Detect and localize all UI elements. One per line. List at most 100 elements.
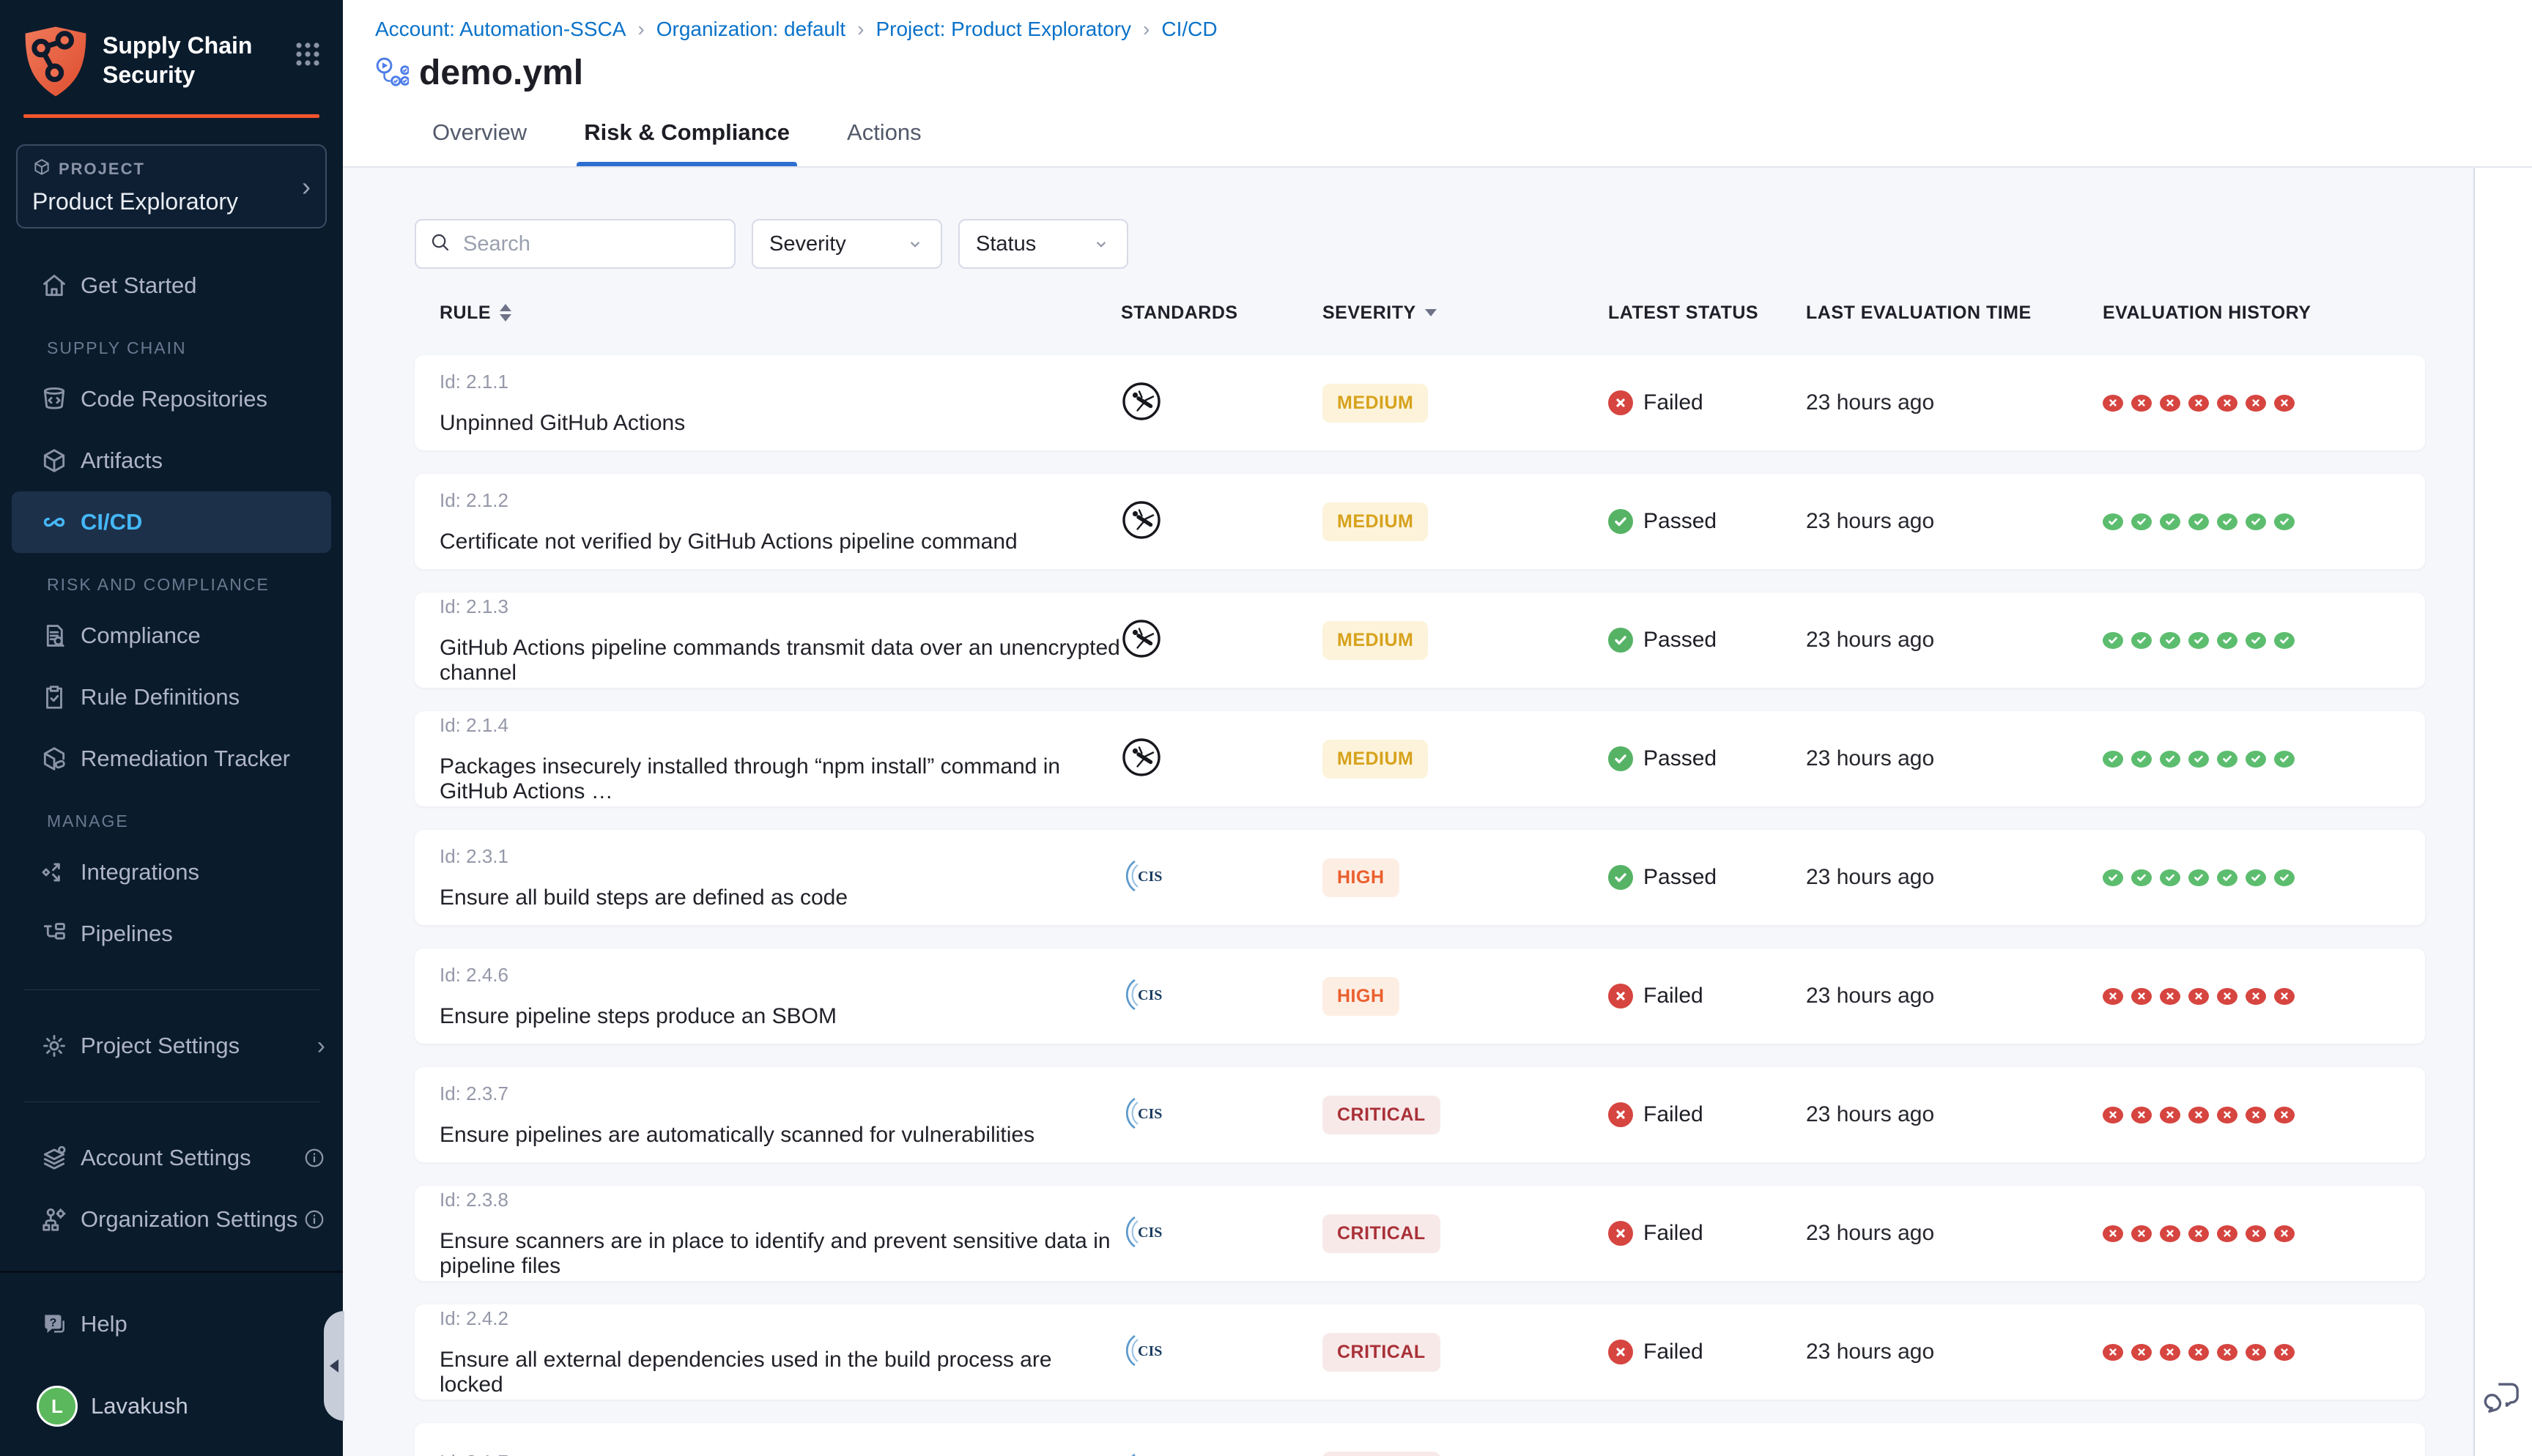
table-row-id-2-3-1[interactable]: Id: 2.3.1 Ensure all build steps are def… (415, 830, 2425, 925)
status-filter[interactable]: Status (958, 219, 1128, 269)
breadcrumb-link-organization-default[interactable]: Organization: default (656, 18, 845, 41)
sidebar-item-get-started[interactable]: Get Started (0, 255, 343, 316)
history-fail-icon[interactable] (2131, 1225, 2152, 1242)
history-fail-icon[interactable] (2160, 988, 2180, 1005)
history-pass-icon[interactable] (2188, 869, 2209, 886)
history-pass-icon[interactable] (2217, 869, 2237, 886)
history-pass-icon[interactable] (2274, 751, 2295, 768)
history-fail-icon[interactable] (2188, 1344, 2209, 1361)
sidebar-item-organization-settings[interactable]: Organization Settings (0, 1189, 343, 1250)
sidebar-item-code-repositories[interactable]: Code Repositories (0, 368, 343, 430)
history-fail-icon[interactable] (2131, 1107, 2152, 1123)
history-pass-icon[interactable] (2217, 751, 2237, 768)
history-fail-icon[interactable] (2217, 395, 2237, 412)
history-fail-icon[interactable] (2274, 1344, 2295, 1361)
history-pass-icon[interactable] (2274, 869, 2295, 886)
history-fail-icon[interactable] (2103, 395, 2123, 412)
history-pass-icon[interactable] (2217, 632, 2237, 649)
tab-risk-compliance[interactable]: Risk & Compliance (577, 112, 797, 166)
tab-actions[interactable]: Actions (840, 112, 929, 166)
history-fail-icon[interactable] (2217, 1107, 2237, 1123)
table-row-id-2-3-7[interactable]: Id: 2.3.7 Ensure pipelines are automatic… (415, 1067, 2425, 1162)
history-pass-icon[interactable] (2274, 632, 2295, 649)
history-pass-icon[interactable] (2131, 513, 2152, 530)
history-fail-icon[interactable] (2188, 395, 2209, 412)
sidebar-item-help[interactable]: ?Help (0, 1293, 343, 1355)
sidebar-item-rule-definitions[interactable]: Rule Definitions (0, 666, 343, 728)
history-pass-icon[interactable] (2246, 632, 2266, 649)
history-fail-icon[interactable] (2188, 988, 2209, 1005)
history-fail-icon[interactable] (2160, 1107, 2180, 1123)
history-pass-icon[interactable] (2103, 751, 2123, 768)
history-fail-icon[interactable] (2246, 1225, 2266, 1242)
history-fail-icon[interactable] (2274, 1225, 2295, 1242)
history-fail-icon[interactable] (2103, 1225, 2123, 1242)
history-pass-icon[interactable] (2274, 513, 2295, 530)
history-pass-icon[interactable] (2188, 632, 2209, 649)
history-pass-icon[interactable] (2246, 869, 2266, 886)
history-fail-icon[interactable] (2160, 1344, 2180, 1361)
history-fail-icon[interactable] (2131, 1344, 2152, 1361)
sidebar-item-account-settings[interactable]: Account Settings (0, 1127, 343, 1189)
history-pass-icon[interactable] (2131, 869, 2152, 886)
breadcrumb-link-ci-cd[interactable]: CI/CD (1161, 18, 1217, 41)
history-pass-icon[interactable] (2131, 751, 2152, 768)
history-fail-icon[interactable] (2188, 1107, 2209, 1123)
history-pass-icon[interactable] (2217, 513, 2237, 530)
severity-filter[interactable]: Severity (752, 219, 942, 269)
history-fail-icon[interactable] (2246, 395, 2266, 412)
history-pass-icon[interactable] (2188, 513, 2209, 530)
history-fail-icon[interactable] (2131, 988, 2152, 1005)
table-row-id-2-4-6[interactable]: Id: 2.4.6 Ensure pipeline steps produce … (415, 948, 2425, 1044)
sidebar-item-project-settings[interactable]: Project Settings› (0, 1015, 343, 1077)
history-pass-icon[interactable] (2246, 751, 2266, 768)
history-pass-icon[interactable] (2160, 513, 2180, 530)
history-fail-icon[interactable] (2217, 1344, 2237, 1361)
table-row-id-2-1-4[interactable]: Id: 2.1.4 Packages insecurely installed … (415, 711, 2425, 806)
sidebar-item-compliance[interactable]: Compliance (0, 605, 343, 666)
history-fail-icon[interactable] (2131, 395, 2152, 412)
history-pass-icon[interactable] (2103, 513, 2123, 530)
project-selector[interactable]: PROJECT Product Exploratory › (16, 144, 327, 229)
breadcrumb-link-project-product-exploratory[interactable]: Project: Product Exploratory (876, 18, 1131, 41)
app-switcher-grid-icon[interactable] (295, 41, 321, 71)
sidebar-collapse-button[interactable] (324, 1311, 344, 1421)
history-fail-icon[interactable] (2217, 988, 2237, 1005)
history-pass-icon[interactable] (2188, 751, 2209, 768)
table-row-id-2-1-2[interactable]: Id: 2.1.2 Certificate not verified by Gi… (415, 474, 2425, 569)
history-fail-icon[interactable] (2274, 395, 2295, 412)
sidebar-item-remediation-tracker[interactable]: Remediation Tracker (0, 728, 343, 790)
history-fail-icon[interactable] (2103, 1344, 2123, 1361)
history-pass-icon[interactable] (2160, 869, 2180, 886)
history-pass-icon[interactable] (2160, 632, 2180, 649)
sidebar-item-artifacts[interactable]: Artifacts (0, 430, 343, 491)
history-pass-icon[interactable] (2160, 751, 2180, 768)
column-header-severity[interactable]: SEVERITY (1322, 302, 1608, 324)
history-fail-icon[interactable] (2160, 395, 2180, 412)
table-row-id-2-4-2[interactable]: Id: 2.4.2 Ensure all external dependenci… (415, 1304, 2425, 1400)
user-menu[interactable]: L Lavakush (0, 1375, 343, 1437)
tab-overview[interactable]: Overview (425, 112, 534, 166)
table-row-id-2-1-3[interactable]: Id: 2.1.3 GitHub Actions pipeline comman… (415, 593, 2425, 688)
sidebar-item-ci-cd[interactable]: CI/CD (12, 491, 331, 553)
history-fail-icon[interactable] (2246, 1344, 2266, 1361)
sidebar-item-pipelines[interactable]: Pipelines (0, 903, 343, 965)
history-fail-icon[interactable] (2274, 988, 2295, 1005)
history-fail-icon[interactable] (2246, 1107, 2266, 1123)
table-row-id-3-1-7[interactable]: Id: 3.1.7 CIS CRITICAL (415, 1423, 2425, 1456)
history-fail-icon[interactable] (2246, 988, 2266, 1005)
chat-support-icon[interactable] (2484, 1378, 2523, 1421)
history-fail-icon[interactable] (2188, 1225, 2209, 1242)
history-fail-icon[interactable] (2103, 988, 2123, 1005)
history-fail-icon[interactable] (2103, 1107, 2123, 1123)
search-box[interactable] (415, 219, 736, 269)
breadcrumb-link-account-automation-ssca[interactable]: Account: Automation-SSCA (375, 18, 626, 41)
history-fail-icon[interactable] (2274, 1107, 2295, 1123)
history-pass-icon[interactable] (2246, 513, 2266, 530)
search-input[interactable] (462, 231, 721, 257)
history-fail-icon[interactable] (2217, 1225, 2237, 1242)
sidebar-item-integrations[interactable]: Integrations (0, 842, 343, 903)
column-header-rule[interactable]: RULE (440, 302, 1121, 324)
history-pass-icon[interactable] (2131, 632, 2152, 649)
table-row-id-2-1-1[interactable]: Id: 2.1.1 Unpinned GitHub Actions CIS (415, 355, 2425, 450)
